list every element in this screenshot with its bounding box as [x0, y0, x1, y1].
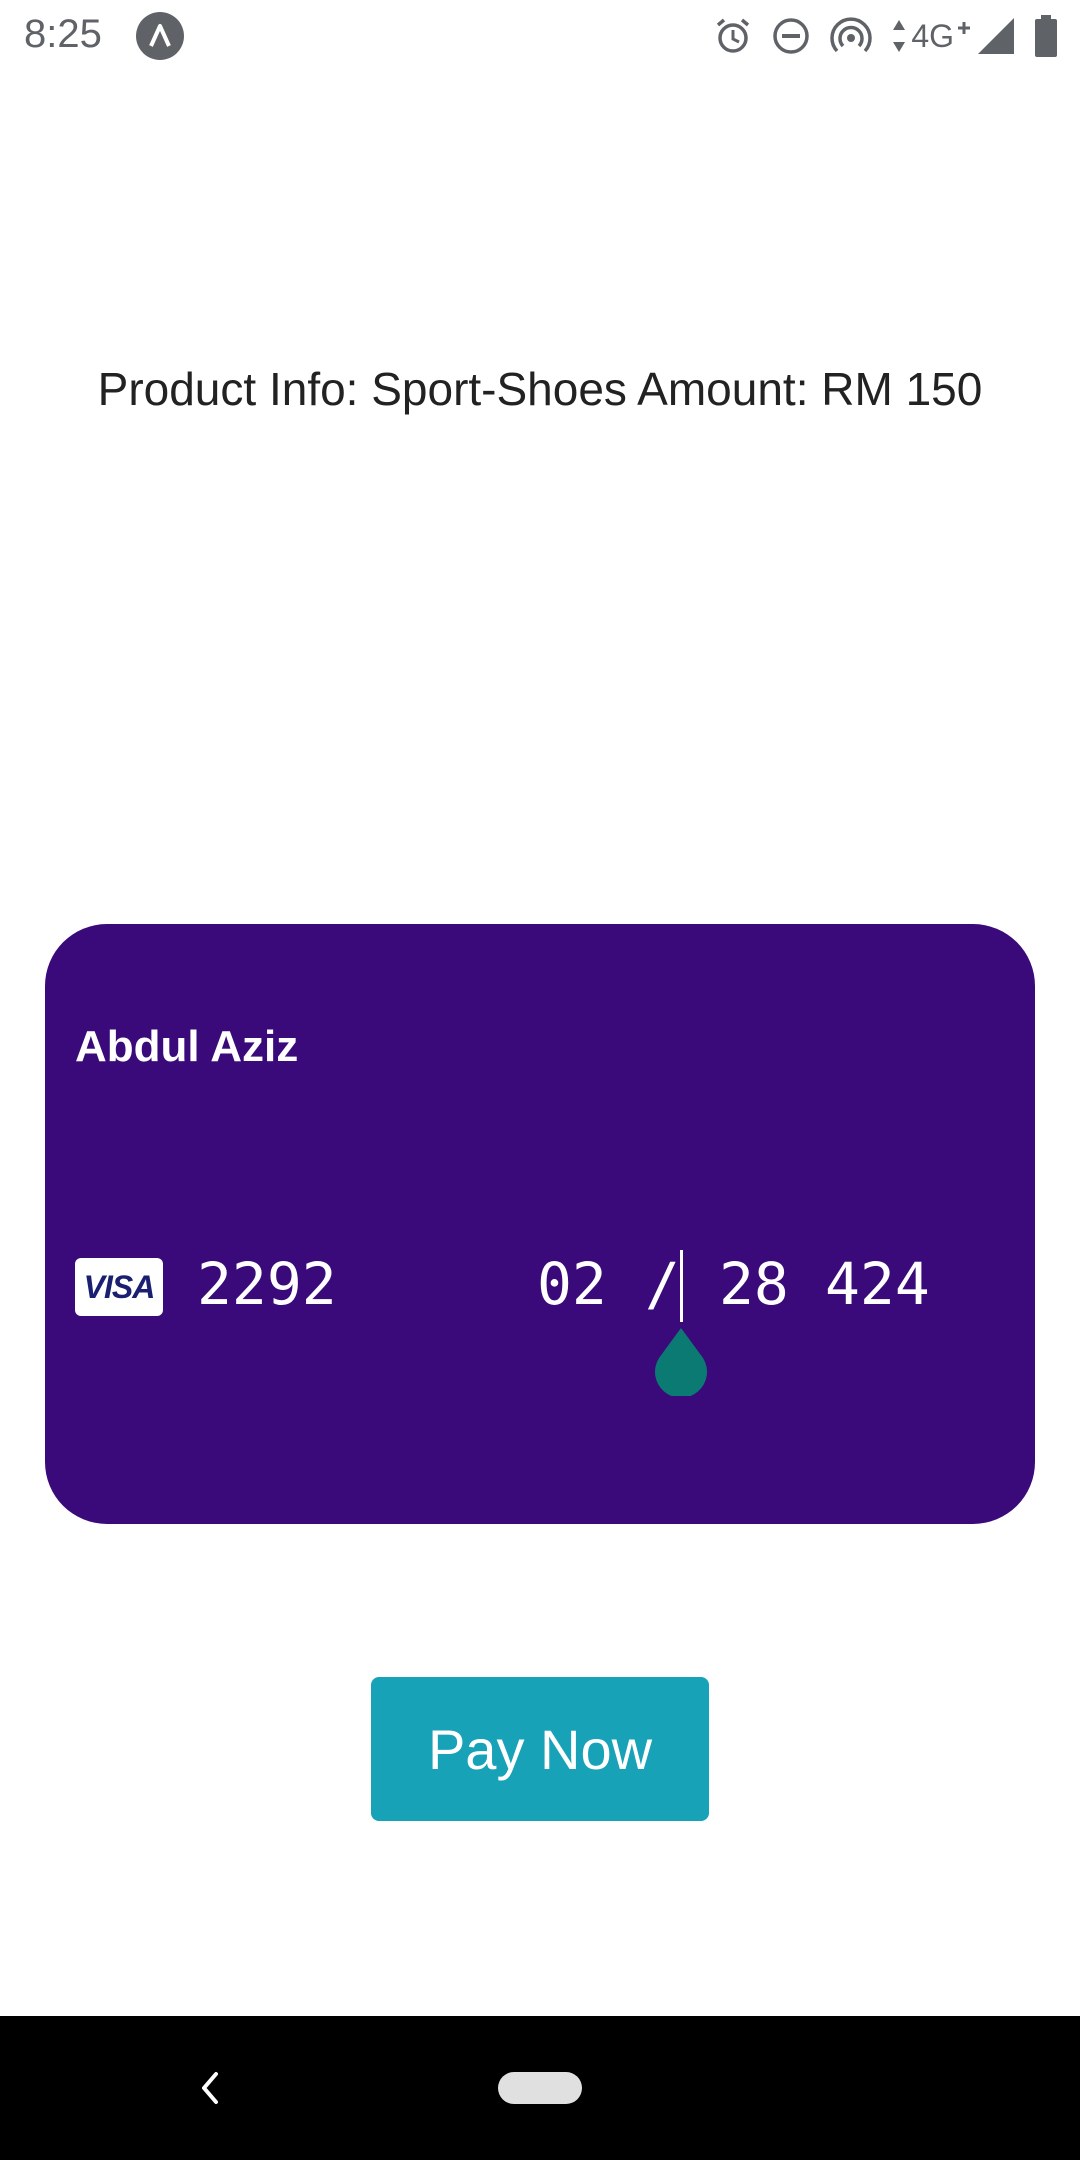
network-type-label: 4G: [911, 17, 954, 54]
signal-icon: [976, 16, 1016, 56]
status-icons: 4G: [695, 14, 1058, 58]
status-time: 8:25: [24, 12, 102, 56]
hotspot-icon: [829, 16, 873, 56]
expiry-separator: /: [645, 1250, 680, 1318]
text-cursor: [680, 1250, 683, 1322]
credit-card: Abdul Aziz VISA 2292 02 / 28 424: [45, 924, 1035, 1524]
status-bar: 8:25 4G: [0, 0, 1080, 72]
card-number-field[interactable]: 2292: [197, 1244, 337, 1324]
plus-icon: [956, 18, 972, 54]
home-pill-icon[interactable]: [498, 2072, 582, 2104]
navigation-bar: [0, 2016, 1080, 2160]
data-arrows-icon: [891, 18, 907, 54]
expiry-month-field[interactable]: 02: [537, 1244, 607, 1324]
product-info-text: Product Info: Sport-Shoes Amount: RM 150: [97, 363, 983, 415]
expiry-year-field[interactable]: 28: [719, 1244, 789, 1324]
cvc-field[interactable]: 424: [825, 1244, 930, 1324]
alarm-icon: [713, 16, 753, 56]
cursor-handle-icon[interactable]: [649, 1324, 713, 1398]
do-not-disturb-icon: [771, 16, 811, 56]
back-icon[interactable]: [190, 2064, 230, 2112]
app-notification-icon: [136, 12, 184, 60]
visa-logo-icon: VISA: [75, 1258, 163, 1316]
battery-icon: [1034, 15, 1058, 57]
card-holder-name: Abdul Aziz: [75, 1022, 299, 1071]
pay-now-button[interactable]: Pay Now: [371, 1677, 709, 1821]
